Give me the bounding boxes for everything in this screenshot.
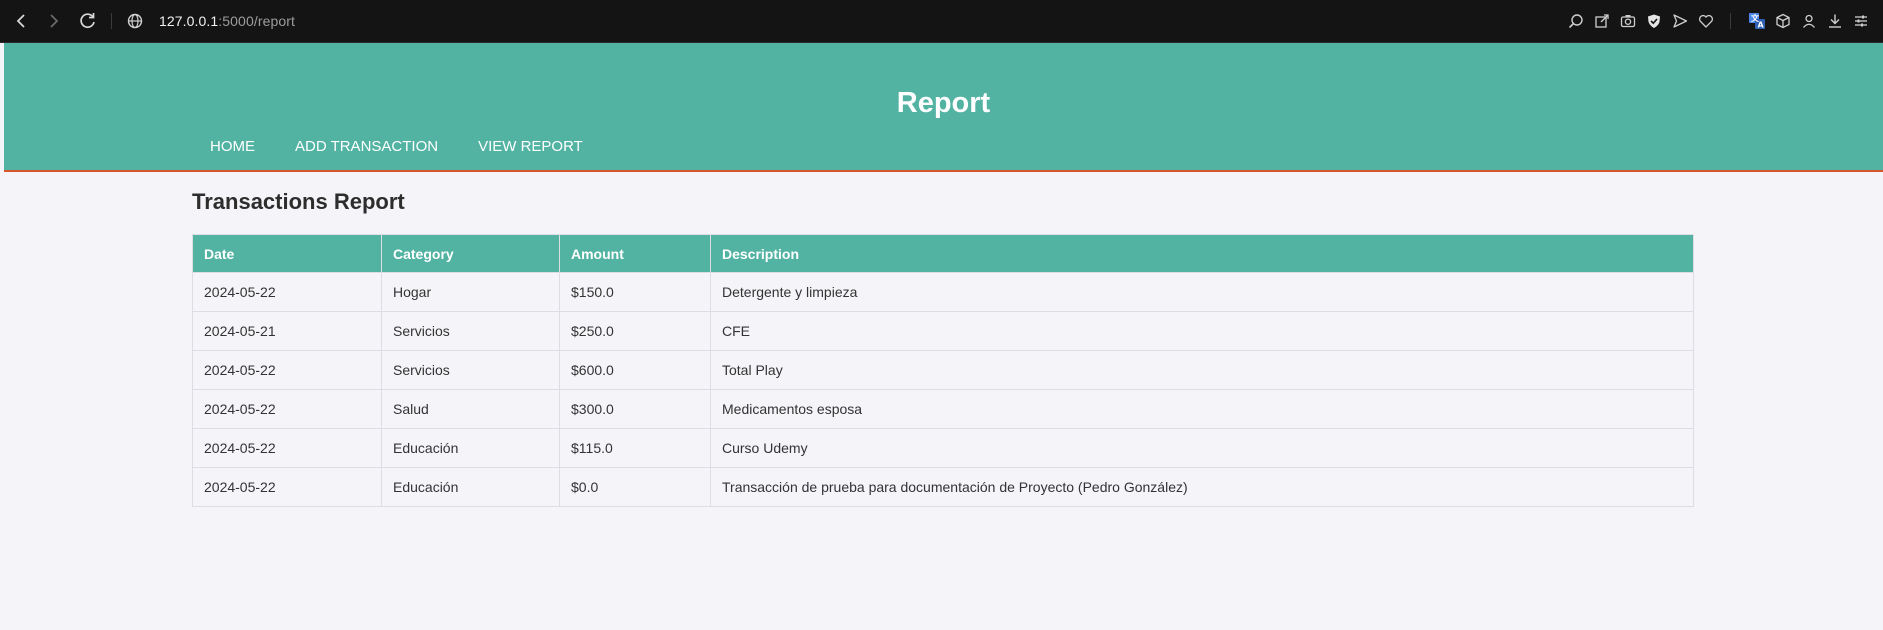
- send-icon: [1673, 14, 1688, 28]
- extensions-button[interactable]: [1773, 11, 1793, 31]
- cell-date: 2024-05-22: [192, 272, 382, 312]
- chevron-left-icon: [16, 14, 25, 28]
- page: Report HOME ADD TRANSACTION VIEW REPORT …: [4, 43, 1883, 630]
- toolbar-divider: [1730, 13, 1731, 29]
- nav-view-report-link[interactable]: VIEW REPORT: [478, 138, 583, 155]
- translate-button[interactable]: 文 A: [1747, 11, 1767, 31]
- table-header-row: Date Category Amount Description: [192, 234, 1694, 273]
- browser-toolbar: 127.0.0.1:5000/report 文 A: [0, 0, 1883, 43]
- reload-button[interactable]: [77, 10, 99, 32]
- cell-category: Servicios: [381, 311, 560, 351]
- cell-category: Servicios: [381, 350, 560, 390]
- table-row: 2024-05-22 Servicios $600.0 Total Play: [192, 350, 1694, 390]
- send-button[interactable]: [1670, 11, 1690, 31]
- cell-amount: $250.0: [559, 311, 711, 351]
- cell-category: Hogar: [381, 272, 560, 312]
- cell-category: Educación: [381, 428, 560, 468]
- column-header-amount: Amount: [559, 234, 711, 273]
- cell-date: 2024-05-22: [192, 467, 382, 507]
- menu-button[interactable]: [1851, 11, 1871, 31]
- cell-description: Transacción de prueba para documentación…: [710, 467, 1694, 507]
- cell-description: Total Play: [710, 350, 1694, 390]
- cell-description: Detergente y limpieza: [710, 272, 1694, 312]
- report-heading: Transactions Report: [192, 189, 405, 214]
- translate-icon: 文 A: [1749, 13, 1765, 30]
- svg-text:A: A: [1758, 21, 1765, 30]
- cell-amount: $600.0: [559, 350, 711, 390]
- shield-icon: [1648, 14, 1660, 28]
- cell-category: Salud: [381, 389, 560, 429]
- report-section: Transactions Report Date Category Amount…: [192, 189, 1694, 507]
- sliders-icon: [1855, 15, 1867, 27]
- screenshot-button[interactable]: [1618, 11, 1638, 31]
- download-icon: [1829, 14, 1841, 28]
- column-header-category: Category: [381, 234, 560, 273]
- globe-icon: [127, 13, 143, 29]
- back-button[interactable]: [10, 10, 32, 32]
- address-bar[interactable]: 127.0.0.1:5000/report: [126, 11, 295, 31]
- favorite-button[interactable]: [1696, 11, 1716, 31]
- column-header-date: Date: [192, 234, 382, 273]
- table-row: 2024-05-22 Salud $300.0 Medicamentos esp…: [192, 389, 1694, 429]
- url-host: 127.0.0.1: [159, 13, 219, 29]
- user-icon: [1803, 14, 1815, 28]
- nav-add-transaction-link[interactable]: ADD TRANSACTION: [295, 138, 438, 155]
- column-header-description: Description: [710, 234, 1694, 273]
- toolbar-icons: 文 A: [1560, 11, 1871, 31]
- table-row: 2024-05-22 Educación $0.0 Transacción de…: [192, 467, 1694, 507]
- shield-button[interactable]: [1644, 11, 1664, 31]
- heart-icon: [1699, 14, 1713, 28]
- cell-amount: $115.0: [559, 428, 711, 468]
- nav-home-link[interactable]: HOME: [210, 138, 255, 155]
- cell-amount: $0.0: [559, 467, 711, 507]
- table-row: 2024-05-22 Hogar $150.0 Detergente y lim…: [192, 272, 1694, 312]
- reload-icon: [80, 13, 95, 29]
- cell-amount: $300.0: [559, 389, 711, 429]
- forward-button[interactable]: [43, 10, 65, 32]
- cell-description: CFE: [710, 311, 1694, 351]
- main-nav: HOME ADD TRANSACTION VIEW REPORT: [210, 138, 623, 155]
- toolbar-divider: [111, 13, 112, 29]
- cell-date: 2024-05-21: [192, 311, 382, 351]
- downloads-button[interactable]: [1825, 11, 1845, 31]
- cell-date: 2024-05-22: [192, 389, 382, 429]
- share-button[interactable]: [1592, 11, 1612, 31]
- camera-icon: [1620, 15, 1636, 28]
- table-row: 2024-05-22 Educación $115.0 Curso Udemy: [192, 428, 1694, 468]
- page-title: Report: [896, 87, 991, 119]
- cell-description: Curso Udemy: [710, 428, 1694, 468]
- share-icon: [1595, 14, 1609, 28]
- zoom-button[interactable]: [1566, 11, 1586, 31]
- table-row: 2024-05-21 Servicios $250.0 CFE: [192, 311, 1694, 351]
- url-text[interactable]: 127.0.0.1:5000/report: [159, 13, 295, 29]
- cell-description: Medicamentos esposa: [710, 389, 1694, 429]
- url-path: :5000/report: [218, 13, 295, 29]
- cell-date: 2024-05-22: [192, 428, 382, 468]
- cell-category: Educación: [381, 467, 560, 507]
- cell-amount: $150.0: [559, 272, 711, 312]
- transactions-table: Date Category Amount Description 2024-05…: [192, 234, 1694, 507]
- site-header: Report HOME ADD TRANSACTION VIEW REPORT: [4, 43, 1883, 172]
- chevron-right-icon: [50, 14, 59, 28]
- cube-icon: [1776, 13, 1790, 29]
- magnifier-icon: [1568, 14, 1583, 29]
- cell-date: 2024-05-22: [192, 350, 382, 390]
- profile-button[interactable]: [1799, 11, 1819, 31]
